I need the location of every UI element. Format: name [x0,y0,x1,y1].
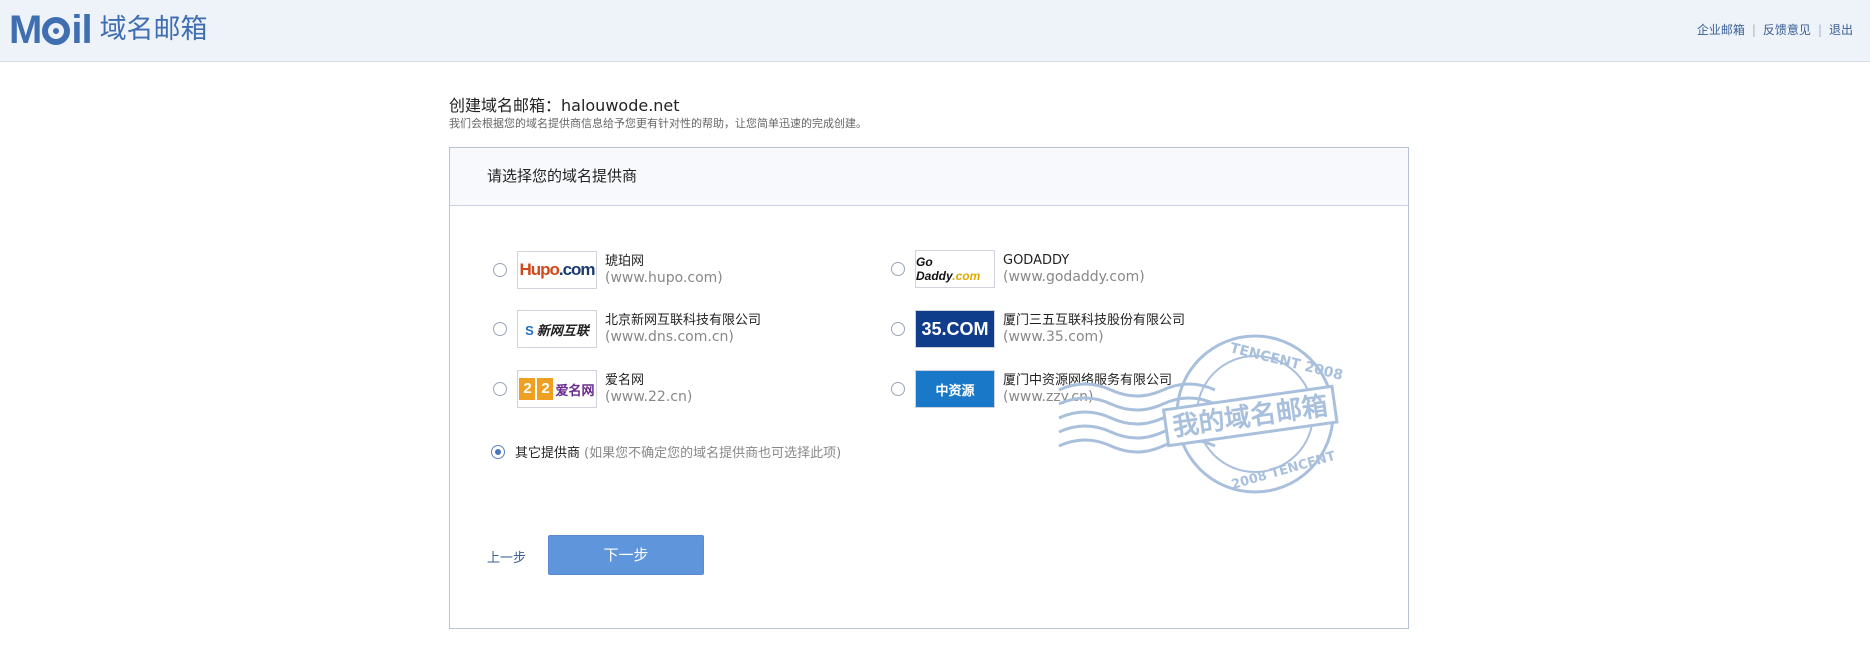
provider-url: (www.zzy.cn) [1003,389,1094,405]
radio-35[interactable] [891,322,905,336]
provider-name: 厦门中资源网络服务有限公司 [1003,373,1173,388]
provider-option-hupo[interactable]: Hupo.com 琥珀网 (www.hupo.com) [493,251,723,289]
radio-zzy[interactable] [891,382,905,396]
other-provider-label: 其它提供商 [515,446,581,461]
provider-name: 琥珀网 [605,254,645,269]
radio-22[interactable] [493,382,507,396]
provider-name: 爱名网 [605,373,645,388]
provider-option-godaddy[interactable]: Go Daddy.com GODADDY (www.godaddy.com) [891,250,1145,288]
feedback-link[interactable]: 反馈意见 [1763,23,1811,37]
top-links: 企业邮箱 | 反馈意见 | 退出 [1696,23,1853,37]
provider-name: GODADDY [1003,253,1070,268]
top-bar: Mil 域名邮箱 企业邮箱 | 反馈意见 | 退出 [0,0,1870,62]
provider-url: (www.godaddy.com) [1003,269,1145,285]
page-title: 创建域名邮箱：halouwode.net [449,96,680,115]
panel-title: 请选择您的域名提供商 [450,148,1408,206]
logout-link[interactable]: 退出 [1829,23,1853,37]
zzy-logo: 中资源 [915,370,995,408]
page-subtitle: 我们会根据您的域名提供商信息给予您更有针对性的帮助，让您简单迅速的完成创建。 [449,117,867,130]
provider-url: (www.hupo.com) [605,270,723,286]
dns-logo: S 新网互联 [517,310,597,348]
radio-dns[interactable] [493,322,507,336]
provider-url: (www.22.cn) [605,389,693,405]
radio-hupo[interactable] [493,263,507,277]
provider-name: 北京新网互联科技有限公司 [605,313,762,328]
provider-url: (www.dns.com.cn) [605,329,734,345]
radio-godaddy[interactable] [891,262,905,276]
radio-other[interactable] [491,444,505,459]
provider-url: (www.35.com) [1003,329,1104,345]
provider-name: 厦门三五互联科技股份有限公司 [1003,313,1186,328]
logo-text: 域名邮箱 [99,14,208,45]
35-logo: 35.COM [915,310,995,348]
logo[interactable]: Mil 域名邮箱 [9,9,208,51]
godaddy-logo: Go Daddy.com [915,250,995,288]
provider-option-22[interactable]: 2 2 爱名网 爱名网 (www.22.cn) [493,370,692,408]
logo-mark: Mil [9,8,93,52]
hupo-logo: Hupo.com [517,251,597,289]
enterprise-mail-link[interactable]: 企业邮箱 [1697,23,1745,37]
next-step-button[interactable]: 下一步 [548,535,704,575]
provider-option-35[interactable]: 35.COM 厦门三五互联科技股份有限公司 (www.35.com) [891,310,1185,348]
provider-option-zzy[interactable]: 中资源 厦门中资源网络服务有限公司 (www.zzy.cn) [891,370,1172,408]
other-provider-hint: (如果您不确定您的域名提供商也可选择此项) [584,446,842,461]
previous-step-link[interactable]: 上一步 [487,547,526,566]
provider-option-dns[interactable]: S 新网互联 北京新网互联科技有限公司 (www.dns.com.cn) [493,310,761,348]
22-logo: 2 2 爱名网 [517,370,597,408]
provider-option-other[interactable]: 其它提供商 (如果您不确定您的域名提供商也可选择此项) [491,442,841,461]
